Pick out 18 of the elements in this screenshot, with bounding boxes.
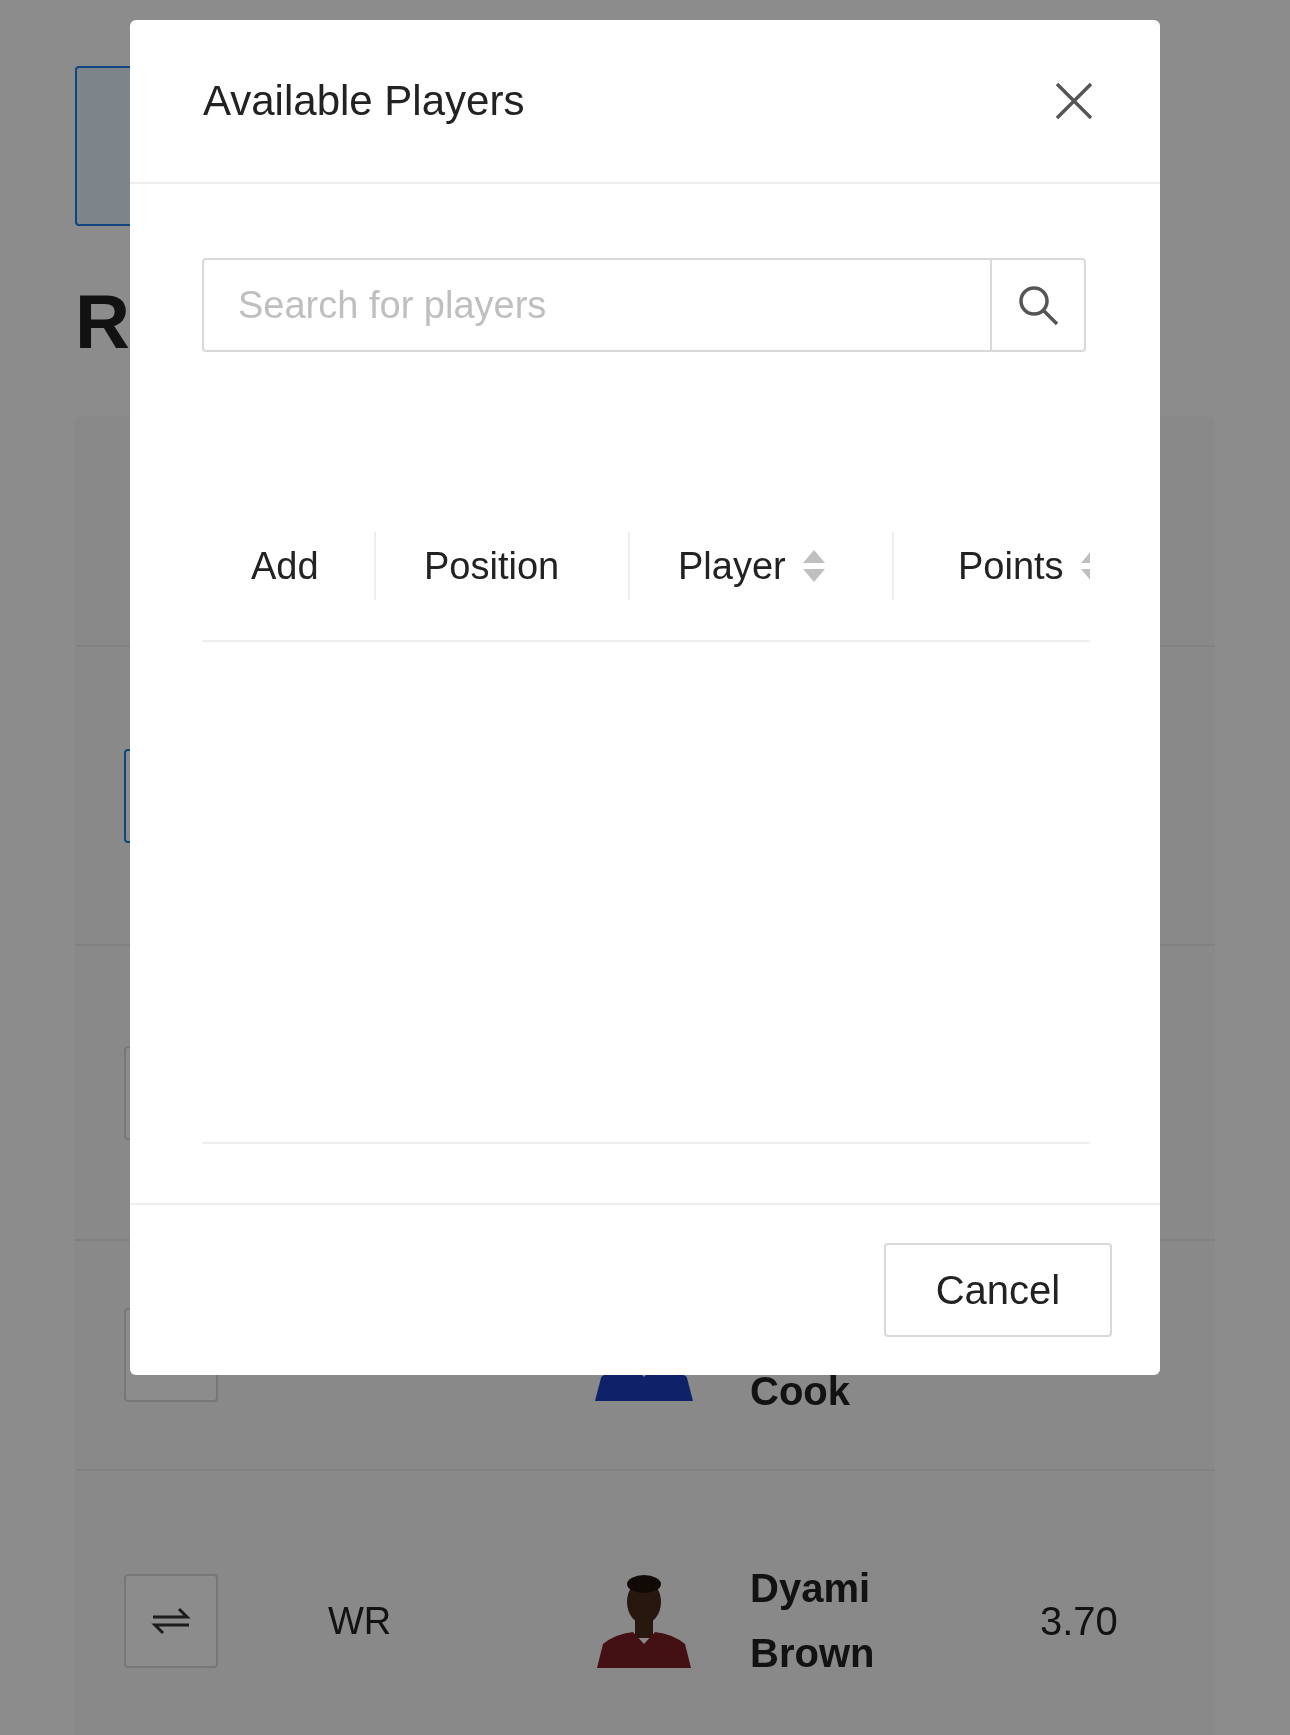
swap-icon xyxy=(151,1606,191,1636)
page-heading: R xyxy=(75,278,130,366)
swap-button[interactable] xyxy=(124,1574,218,1668)
column-header: Add xyxy=(251,544,319,588)
player-name: Cook xyxy=(750,1367,851,1415)
cancel-button[interactable]: Cancel xyxy=(884,1243,1112,1337)
position-text: WR xyxy=(328,1599,393,1643)
search-field[interactable]: Search for players xyxy=(202,258,992,352)
search-icon xyxy=(1016,283,1060,327)
column-header[interactable]: Player xyxy=(678,544,786,588)
search-button[interactable] xyxy=(992,258,1086,352)
close-button[interactable] xyxy=(1054,81,1094,121)
player-name: Dyami Brown xyxy=(750,1565,876,1677)
dialog-title: Available Players xyxy=(203,77,525,125)
points-text: 3.70 xyxy=(1040,1598,1118,1644)
column-header[interactable]: Points xyxy=(958,544,1064,588)
column-header: Position xyxy=(424,544,560,588)
close-icon xyxy=(1054,81,1094,121)
